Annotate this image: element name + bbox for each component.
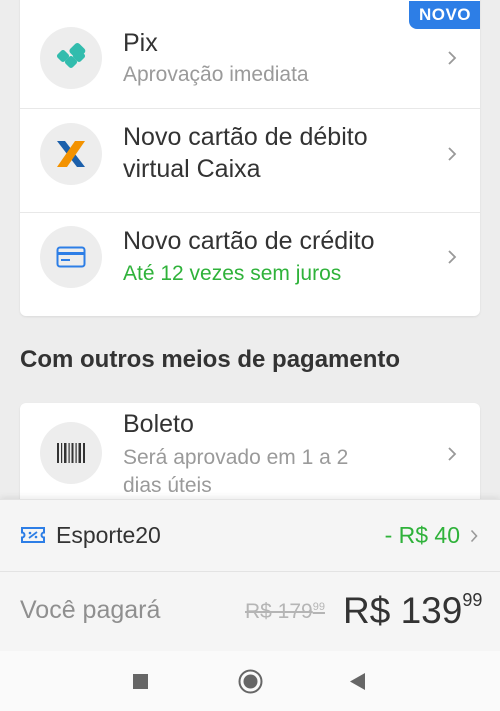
chevron-right-icon bbox=[444, 50, 460, 66]
credit-card-icon bbox=[56, 246, 86, 268]
boleto-title: Boleto bbox=[123, 410, 194, 438]
barcode-icon-circle bbox=[40, 422, 102, 484]
system-nav-bar bbox=[0, 651, 500, 711]
chevron-right-icon bbox=[470, 529, 478, 548]
pix-icon-circle bbox=[40, 27, 102, 89]
pix-title: Pix bbox=[123, 29, 158, 57]
pix-subtitle: Aprovação imediata bbox=[123, 63, 309, 86]
chevron-right-icon bbox=[444, 446, 460, 462]
final-price-cents: 99 bbox=[462, 590, 483, 610]
coupon-row[interactable]: Esporte20 - R$ 40 bbox=[0, 500, 500, 572]
caixa-title-line1: Novo cartão de débito bbox=[123, 123, 368, 151]
final-price-main: R$ 139 bbox=[343, 590, 463, 631]
original-price-main: R$ 179 bbox=[245, 600, 313, 623]
payment-option-pix[interactable]: Pix Aprovação imediata bbox=[20, 0, 480, 109]
home-button[interactable] bbox=[238, 669, 263, 699]
final-price: R$ 13999 bbox=[343, 590, 482, 632]
coupon-discount: - R$ 40 bbox=[384, 522, 460, 548]
original-price-cents: 99 bbox=[312, 601, 325, 613]
boleto-subtitle-line1: Será aprovado em 1 a 2 bbox=[123, 446, 349, 469]
order-summary: Esporte20 - R$ 40 Você pagará R$ 17999 R… bbox=[0, 499, 500, 651]
payment-methods-card: NOVO Pix Aprovação imediata Novo cartão … bbox=[20, 0, 480, 316]
boleto-subtitle-line2: dias úteis bbox=[123, 474, 212, 497]
original-price: R$ 17999 bbox=[245, 600, 325, 624]
recent-apps-button[interactable] bbox=[133, 674, 148, 694]
caixa-icon-circle bbox=[40, 123, 102, 185]
credit-card-title: Novo cartão de crédito bbox=[123, 227, 375, 255]
barcode-icon bbox=[57, 443, 85, 463]
back-button[interactable] bbox=[350, 673, 366, 695]
coupon-code: Esporte20 bbox=[56, 522, 161, 548]
caixa-title-line2: virtual Caixa bbox=[123, 155, 261, 183]
caixa-logo-icon bbox=[57, 141, 85, 167]
pay-label: Você pagará bbox=[20, 596, 161, 624]
pix-icon bbox=[56, 42, 86, 69]
ticket-icon bbox=[20, 525, 46, 550]
other-methods-heading: Com outros meios de pagamento bbox=[20, 346, 401, 373]
payment-option-caixa-debit[interactable]: Novo cartão de débito virtual Caixa bbox=[20, 109, 480, 213]
chevron-right-icon bbox=[444, 249, 460, 265]
payment-option-credit-card[interactable]: Novo cartão de crédito Até 12 vezes sem … bbox=[20, 213, 480, 316]
chevron-right-icon bbox=[444, 146, 460, 162]
credit-card-icon-circle bbox=[40, 226, 102, 288]
credit-card-subtitle: Até 12 vezes sem juros bbox=[123, 262, 342, 285]
